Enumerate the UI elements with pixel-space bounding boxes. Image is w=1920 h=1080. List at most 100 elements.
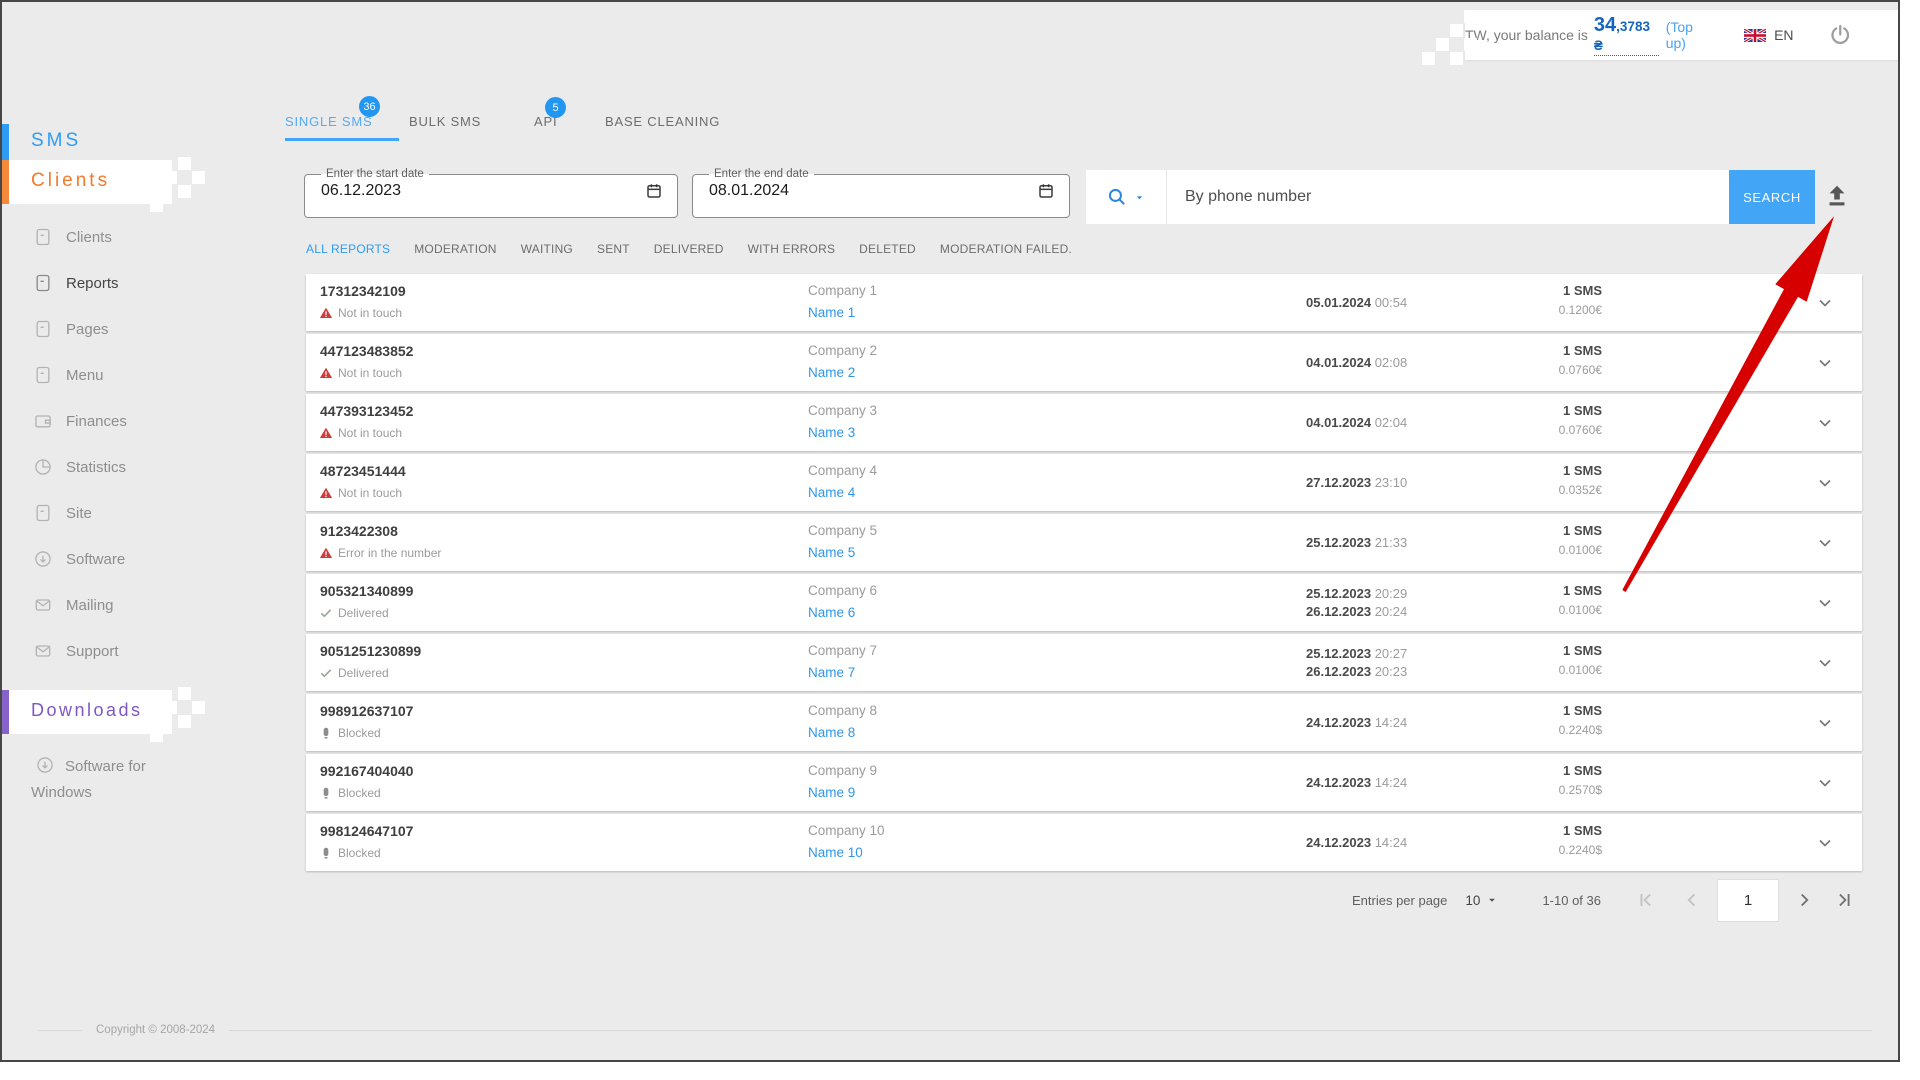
time: 20:29 [1375,586,1408,601]
language-selector[interactable]: EN [1744,27,1793,43]
client-name-link[interactable]: Name 6 [808,605,855,620]
table-row: 17312342109Not in touchCompany 1Name 105… [306,274,1862,331]
end-date-field[interactable]: Enter the end date [692,168,1070,218]
sidebar-item-software-for-windows[interactable]: Software for Windows [31,754,181,806]
sms-count: 1 SMS [1559,823,1602,838]
top-up-link[interactable]: (Top up) [1666,19,1714,51]
check-icon [319,606,333,620]
expand-chevron-down-icon[interactable] [1815,473,1835,493]
report-filter-tabs: ALL REPORTS MODERATION WAITING SENT DELIVERE… [306,242,1072,256]
expand-chevron-down-icon[interactable] [1815,293,1835,313]
expand-chevron-down-icon[interactable] [1815,773,1835,793]
sidebar-menu: ClientsReports Pages Menu FinancesStatistic… [2,214,212,674]
sidebar-item-pages[interactable]: Pages [2,306,212,352]
power-icon[interactable] [1828,22,1852,48]
expand-chevron-down-icon[interactable] [1815,713,1835,733]
search-input[interactable] [1167,188,1729,206]
pagination-range: 1-10 of 36 [1542,893,1601,908]
sidebar-item-label: Pages [66,321,109,338]
filter-waiting[interactable]: WAITING [521,242,573,256]
table-row: 992167404040BlockedCompany 9Name 924.12.… [306,754,1862,811]
sidebar-section-downloads[interactable]: Downloads [31,700,143,721]
expand-chevron-down-icon[interactable] [1815,593,1835,613]
filter-moderation[interactable]: MODERATION [414,242,496,256]
search-type-dropdown[interactable] [1086,170,1167,224]
status: Not in touch [319,306,402,320]
client-name-link[interactable]: Name 4 [808,485,855,500]
start-date-input[interactable] [319,181,543,201]
sms-count: 1 SMS [1559,463,1602,478]
sidebar-item-site[interactable]: Site [2,490,212,536]
time: 21:33 [1375,535,1408,550]
filter-all-reports[interactable]: ALL REPORTS [306,242,390,256]
balance-amount[interactable]: 34,3783 ₴ [1594,14,1659,56]
sidebar-item-reports[interactable]: Reports [2,260,212,306]
search-button[interactable]: SEARCH [1729,170,1815,224]
filter-deleted[interactable]: DELETED [859,242,916,256]
start-date-field[interactable]: Enter the start date [304,168,678,218]
time: 14:24 [1375,835,1408,850]
caret-down-icon [1486,894,1498,906]
table-row: 998124647107BlockedCompany 10Name 1024.1… [306,814,1862,871]
table-row: 9123422308Error in the numberCompany 5Na… [306,514,1862,571]
client-name-link[interactable]: Name 2 [808,365,855,380]
calendar-icon[interactable] [1037,182,1055,200]
sidebar-item-finances[interactable]: Finances [2,398,212,444]
warning-icon [319,366,333,380]
balance-text: TW, your balance is [1465,27,1588,43]
page-number-input[interactable] [1717,879,1779,922]
sidebar-item-statistics[interactable]: Statistics [2,444,212,490]
client-name-link[interactable]: Name 9 [808,785,855,800]
expand-chevron-down-icon[interactable] [1815,353,1835,373]
date: 04.01.2024 [1306,355,1371,370]
sidebar-item-menu[interactable]: Menu [2,352,212,398]
entries-per-page-select[interactable]: 10 [1465,893,1498,908]
tab-badge: 36 [359,96,380,117]
time: 20:27 [1375,646,1408,661]
date-cell: 05.01.2024 00:54 [1306,274,1407,331]
expand-chevron-down-icon[interactable] [1815,833,1835,853]
sidebar-item-clients[interactable]: Clients [2,214,212,260]
filter-delivered[interactable]: DELIVERED [654,242,724,256]
status: Blocked [319,846,381,860]
upload-icon[interactable] [1823,182,1851,210]
filter-moderation-failed[interactable]: MODERATION FAILED. [940,242,1072,256]
client-name-link[interactable]: Name 7 [808,665,855,680]
sidebar-item-label: Menu [66,367,104,384]
status: Blocked [319,786,381,800]
check-icon [319,666,333,680]
client-name-link[interactable]: Name 5 [808,545,855,560]
client-name-link[interactable]: Name 3 [808,425,855,440]
last-page-icon[interactable] [1833,889,1855,911]
sidebar-section-sms[interactable]: SMS [31,130,81,152]
date-cell: 25.12.2023 20:2926.12.2023 20:24 [1306,574,1407,631]
next-page-icon[interactable] [1793,889,1815,911]
date: 25.12.2023 [1306,586,1371,601]
client-name-link[interactable]: Name 1 [808,305,855,320]
active-tab-underline [285,138,399,141]
sidebar-item-software[interactable]: Software [2,536,212,582]
tab-single-sms[interactable]: SINGLE SMS [285,114,372,129]
sidebar-item-label: Software [66,551,125,568]
status-label: Error in the number [338,546,441,560]
filter-with-errors[interactable]: WITH ERRORS [748,242,836,256]
calendar-icon[interactable] [645,182,663,200]
expand-chevron-down-icon[interactable] [1815,653,1835,673]
filter-sent[interactable]: SENT [597,242,630,256]
first-page-icon[interactable] [1635,889,1657,911]
start-date-label: Enter the start date [321,168,429,180]
sidebar-section-clients[interactable]: Clients [31,170,110,192]
tab-base-cleaning[interactable]: BASE CLEANING [605,114,720,129]
expand-chevron-down-icon[interactable] [1815,413,1835,433]
client-name-link[interactable]: Name 8 [808,725,855,740]
sms-cell: 1 SMS0.0100€ [1559,583,1602,617]
phone-number: 905321340899 [320,583,413,599]
copyright: Copyright © 2008-2024 [38,1024,1872,1036]
previous-page-icon[interactable] [1681,889,1703,911]
client-name-link[interactable]: Name 10 [808,845,863,860]
tab-bulk-sms[interactable]: BULK SMS [409,114,481,129]
end-date-input[interactable] [707,181,931,201]
expand-chevron-down-icon[interactable] [1815,533,1835,553]
sidebar-item-mailing[interactable]: Mailing [2,582,212,628]
sidebar-item-support[interactable]: Support [2,628,212,674]
